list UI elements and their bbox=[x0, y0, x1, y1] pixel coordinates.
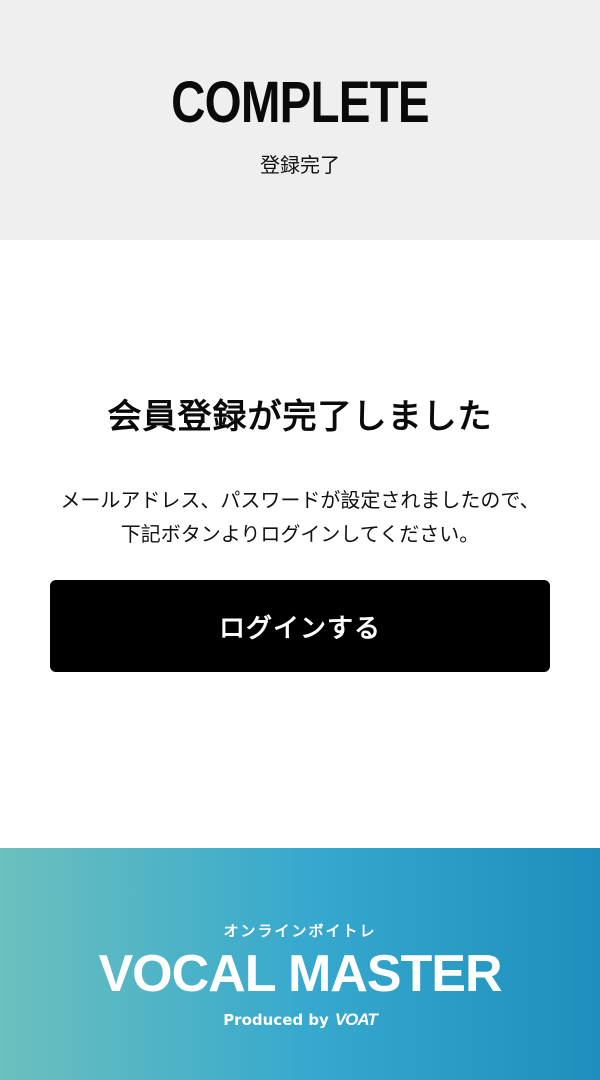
page-title: COMPLETE bbox=[171, 70, 429, 135]
completion-message-line-1: メールアドレス、パスワードが設定されましたので、 bbox=[60, 488, 540, 512]
completion-message: メールアドレス、パスワードが設定されましたので、 下記ボタンよりログインしてくだ… bbox=[0, 483, 600, 551]
produced-by-line: Produced by VOAT bbox=[0, 1010, 600, 1030]
footer-tagline: オンラインボイトレ bbox=[223, 922, 377, 940]
page-header: COMPLETE 登録完了 bbox=[0, 0, 600, 240]
completion-message-line-2: 下記ボタンよりログインしてください。 bbox=[120, 522, 480, 546]
page-subtitle: 登録完了 bbox=[260, 153, 340, 177]
produced-by-label: Produced by bbox=[223, 1011, 329, 1029]
completion-heading: 会員登録が完了しました bbox=[107, 397, 493, 437]
voat-logo[interactable]: VOAT bbox=[335, 1010, 378, 1030]
main-content: 会員登録が完了しました メールアドレス、パスワードが設定されましたので、 下記ボ… bbox=[0, 240, 600, 848]
vocal-master-logo[interactable]: VOCAL MASTER bbox=[0, 946, 600, 1002]
login-button-label: ログインする bbox=[218, 613, 381, 644]
footer-banner: オンラインボイトレ VOCAL MASTER Produced by VOAT bbox=[0, 848, 600, 1080]
login-button[interactable]: ログインする bbox=[50, 580, 550, 672]
